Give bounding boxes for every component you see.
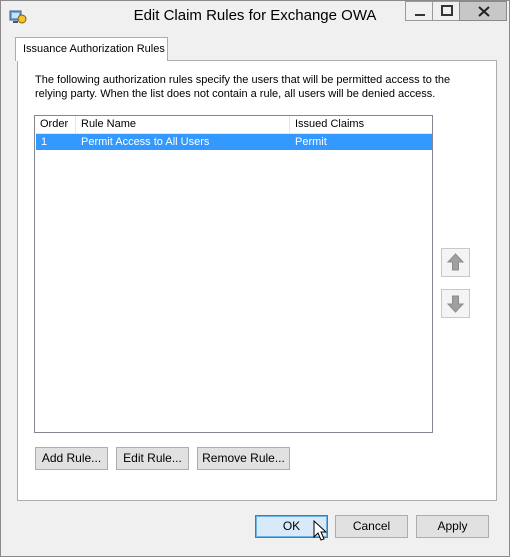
maximize-button[interactable] [432,1,460,21]
arrow-up-icon [446,253,465,271]
close-button[interactable] [459,1,507,21]
tab-label: Issuance Authorization Rules [23,43,165,55]
move-down-button[interactable] [441,289,470,318]
cancel-button[interactable]: Cancel [335,515,408,538]
column-header-issued-claims[interactable]: Issued Claims [290,116,432,133]
add-rule-button[interactable]: Add Rule... [35,447,108,470]
tab-issuance-authorization-rules[interactable]: Issuance Authorization Rules [15,37,168,61]
mouse-pointer-icon [313,520,327,541]
rules-list[interactable]: Order Rule Name Issued Claims 1 Permit A… [34,115,433,433]
cell-issued-claims: Permit [295,136,327,148]
column-header-rule-name[interactable]: Rule Name [76,116,290,133]
cell-order: 1 [41,136,48,148]
apply-button[interactable]: Apply [416,515,489,538]
remove-rule-button[interactable]: Remove Rule... [197,447,290,470]
table-row[interactable]: 1 Permit Access to All Users Permit [36,134,432,150]
column-header-order[interactable]: Order [35,116,76,133]
arrow-down-icon [446,295,465,313]
edit-rule-button[interactable]: Edit Rule... [116,447,189,470]
title-bar[interactable]: Edit Claim Rules for Exchange OWA [1,1,509,31]
minimize-button[interactable] [405,1,433,21]
list-header: Order Rule Name Issued Claims [35,116,432,134]
description-text: The following authorization rules specif… [35,74,451,100]
move-up-button[interactable] [441,248,470,277]
dialog-window: Edit Claim Rules for Exchange OWA Issuan… [0,0,510,557]
cell-rule-name: Permit Access to All Users [81,136,210,148]
